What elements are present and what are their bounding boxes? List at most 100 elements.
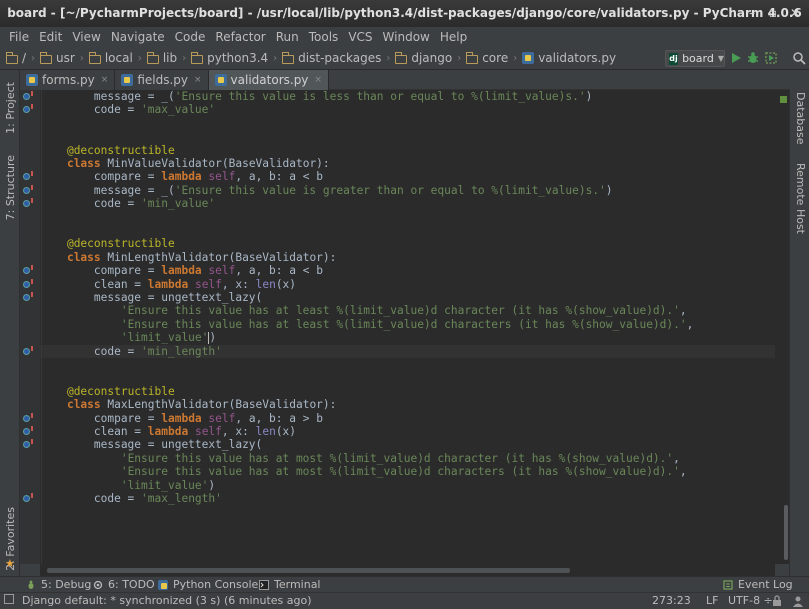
code-line[interactable]: @deconstructible bbox=[40, 237, 775, 250]
vertical-scroll-thumb[interactable] bbox=[784, 505, 788, 560]
database-tool-tab[interactable]: Database bbox=[794, 92, 807, 145]
breadcrumb-item[interactable]: lib bbox=[146, 51, 177, 65]
menu-tools[interactable]: Tools bbox=[304, 27, 344, 47]
breadcrumb-item[interactable]: validators.py bbox=[522, 51, 616, 65]
override-marker-icon[interactable] bbox=[23, 414, 30, 422]
code-line[interactable] bbox=[40, 224, 775, 237]
code-line[interactable]: code = 'max_value' bbox=[40, 103, 775, 116]
tab-forms-py[interactable]: forms.py × bbox=[20, 70, 116, 90]
structure-tool-tab[interactable]: 7: Structure bbox=[4, 155, 17, 220]
event-log-tool-button[interactable]: Event Log bbox=[723, 578, 793, 591]
coverage-icon[interactable] bbox=[764, 51, 778, 65]
breadcrumb-item[interactable]: dist-packages bbox=[282, 51, 381, 65]
tab-validators-py[interactable]: validators.py × bbox=[208, 70, 329, 90]
debug-tool-button[interactable]: 5: Debug bbox=[26, 578, 91, 591]
menu-code[interactable]: Code bbox=[170, 27, 211, 47]
breadcrumb-item[interactable]: usr bbox=[40, 51, 75, 65]
horizontal-scroll-thumb[interactable] bbox=[47, 568, 570, 573]
code-line[interactable]: class MaxLengthValidator(BaseValidator): bbox=[40, 398, 775, 411]
code-line[interactable]: 'Ensure this value has at most %(limit_v… bbox=[40, 452, 775, 465]
menu-edit[interactable]: Edit bbox=[34, 27, 67, 47]
code-line[interactable] bbox=[40, 117, 775, 130]
debug-icon[interactable] bbox=[746, 51, 760, 65]
code-line[interactable]: class MinValueValidator(BaseValidator): bbox=[40, 157, 775, 170]
close-tab-icon[interactable]: × bbox=[314, 75, 322, 85]
python-console-tool-button[interactable]: Python Console bbox=[158, 578, 258, 591]
code-line[interactable]: code = 'min_value' bbox=[40, 197, 775, 210]
override-marker-icon[interactable] bbox=[23, 347, 30, 355]
maximize-button[interactable]: ▫ bbox=[765, 5, 781, 21]
code-line[interactable]: message = _('Ensure this value is greate… bbox=[40, 184, 775, 197]
code-line[interactable]: message = ungettext_lazy( bbox=[40, 291, 775, 304]
override-marker-icon[interactable] bbox=[23, 200, 30, 208]
code-line[interactable]: 'limit_value') bbox=[40, 479, 775, 492]
code-line[interactable]: compare = lambda self, a, b: a < b bbox=[40, 170, 775, 183]
code-line[interactable]: compare = lambda self, a, b: a > b bbox=[40, 412, 775, 425]
breadcrumb-item[interactable]: / bbox=[6, 51, 26, 65]
override-marker-icon[interactable] bbox=[23, 173, 30, 181]
close-tab-icon[interactable]: × bbox=[101, 75, 109, 85]
caret-position[interactable]: 273:23 bbox=[652, 594, 691, 607]
project-tool-tab[interactable]: 1: Project bbox=[4, 82, 17, 134]
code-line[interactable]: 'Ensure this value has at least %(limit_… bbox=[40, 304, 775, 317]
python-file-icon bbox=[26, 74, 38, 86]
code-line[interactable]: clean = lambda self, x: len(x) bbox=[40, 425, 775, 438]
code-line[interactable]: class MinLengthValidator(BaseValidator): bbox=[40, 251, 775, 264]
file-encoding[interactable]: UTF-8 ÷ bbox=[728, 594, 773, 607]
code-line[interactable]: code = 'min_length' bbox=[40, 344, 775, 358]
close-tab-icon[interactable]: × bbox=[194, 75, 202, 85]
close-button[interactable]: ✕ bbox=[787, 5, 803, 21]
todo-tool-button[interactable]: 6: TODO bbox=[93, 578, 155, 591]
override-marker-icon[interactable] bbox=[23, 93, 30, 100]
code-line[interactable]: message = ungettext_lazy( bbox=[40, 438, 775, 451]
code-line[interactable] bbox=[40, 358, 775, 371]
override-marker-icon[interactable] bbox=[23, 441, 30, 449]
code-line[interactable]: code = 'max_length' bbox=[40, 492, 775, 505]
code-line[interactable]: 'Ensure this value has at least %(limit_… bbox=[40, 318, 775, 331]
code-line[interactable] bbox=[40, 211, 775, 224]
breadcrumb-item[interactable]: local bbox=[88, 51, 133, 65]
override-marker-icon[interactable] bbox=[23, 495, 30, 502]
code-line[interactable]: 'limit_value') bbox=[40, 331, 775, 345]
inspection-ok-icon[interactable] bbox=[780, 96, 787, 103]
breadcrumb-item[interactable]: django bbox=[395, 51, 452, 65]
code-line[interactable]: clean = lambda self, x: len(x) bbox=[40, 278, 775, 291]
override-arrow-icon bbox=[31, 104, 34, 110]
menu-run[interactable]: Run bbox=[271, 27, 304, 47]
terminal-tool-button[interactable]: Terminal bbox=[259, 578, 321, 591]
override-marker-icon[interactable] bbox=[23, 267, 30, 275]
vertical-scrollbar[interactable] bbox=[775, 90, 789, 564]
minimize-button[interactable]: – bbox=[744, 5, 760, 21]
code-line[interactable]: message = _('Ensure this value is less t… bbox=[40, 90, 775, 103]
hector-icon[interactable] bbox=[792, 595, 804, 607]
menu-window[interactable]: Window bbox=[378, 27, 435, 47]
tab-fields-py[interactable]: fields.py × bbox=[115, 70, 209, 90]
code-line[interactable]: @deconstructible bbox=[40, 144, 775, 157]
code-line[interactable]: @deconstructible bbox=[40, 385, 775, 398]
menu-navigate[interactable]: Navigate bbox=[106, 27, 170, 47]
override-marker-icon[interactable] bbox=[23, 294, 30, 301]
code-line[interactable] bbox=[40, 371, 775, 384]
code-line[interactable]: compare = lambda self, a, b: a < b bbox=[40, 264, 775, 277]
remote-host-tool-tab[interactable]: Remote Host bbox=[794, 163, 807, 234]
breadcrumb-item[interactable]: python3.4 bbox=[191, 51, 268, 65]
run-icon[interactable] bbox=[729, 51, 743, 65]
menu-refactor[interactable]: Refactor bbox=[210, 27, 270, 47]
code-editor[interactable]: message = _('Ensure this value is less t… bbox=[40, 90, 775, 564]
override-marker-icon[interactable] bbox=[23, 186, 30, 194]
menu-vcs[interactable]: VCS bbox=[343, 27, 377, 47]
code-line[interactable] bbox=[40, 130, 775, 143]
menu-file[interactable]: File bbox=[4, 27, 34, 47]
menu-help[interactable]: Help bbox=[435, 27, 472, 47]
search-icon[interactable] bbox=[792, 51, 806, 65]
breadcrumb-item[interactable]: core bbox=[466, 51, 508, 65]
menu-view[interactable]: View bbox=[67, 27, 105, 47]
code-line[interactable]: 'Ensure this value has at most %(limit_v… bbox=[40, 465, 775, 478]
toggle-tool-windows-icon[interactable] bbox=[4, 594, 14, 604]
lock-icon[interactable] bbox=[772, 595, 782, 607]
run-configuration-select[interactable]: dj board ▼ bbox=[665, 50, 725, 67]
override-marker-icon[interactable] bbox=[23, 106, 30, 114]
override-marker-icon[interactable] bbox=[23, 428, 30, 435]
override-marker-icon[interactable] bbox=[23, 280, 30, 288]
line-separator[interactable]: LF bbox=[706, 594, 718, 607]
